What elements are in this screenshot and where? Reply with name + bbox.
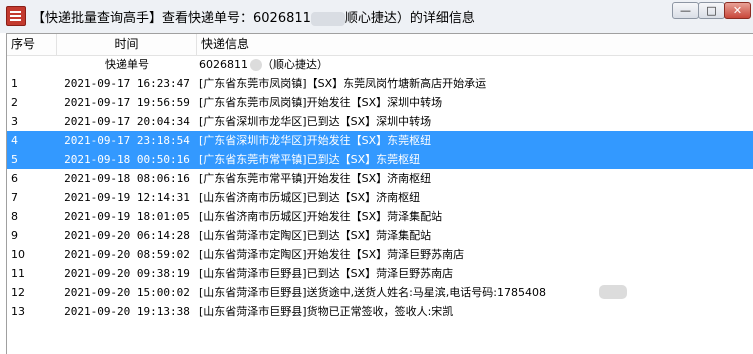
column-header-info[interactable]: 快递信息 [197, 34, 753, 55]
row-info: [广东省东莞市凤岗镇]开始发往【SX】深圳中转场 [199, 96, 443, 109]
tracking-courier: （顺心捷达） [262, 58, 328, 71]
minimize-icon: — [680, 4, 691, 17]
row-number: 4 [11, 134, 18, 147]
tracking-number-prefix: 6026811 [199, 58, 248, 71]
redacted-blur [310, 11, 345, 26]
column-header-time[interactable]: 时间 [57, 34, 197, 55]
table-row[interactable]: 12 2021-09-20 15:00:02 [山东省菏泽市巨野县]送货途中,送货人… [7, 283, 753, 302]
maximize-icon: □ [706, 4, 717, 17]
row-time: 2021-09-17 19:56:59 [64, 96, 190, 109]
table-row[interactable]: 1 2021-09-17 16:23:47 [广东省东莞市凤岗镇]【SX】东莞凤岗竹… [7, 74, 753, 93]
row-info: [广东省东莞市常平镇]开始发往【SX】济南枢纽 [199, 172, 432, 185]
row-time: 2021-09-17 23:18:54 [64, 134, 190, 147]
row-number: 5 [11, 153, 18, 166]
row-number: 12 [11, 286, 25, 299]
column-header-no[interactable]: 序号 [7, 34, 57, 55]
table-row[interactable]: 8 2021-09-19 18:01:05 [山东省济南市历城区]开始发往【SX】菏… [7, 207, 753, 226]
redacted-blur [250, 59, 262, 71]
row-number: 9 [11, 229, 18, 242]
table-row[interactable]: 7 2021-09-19 12:14:31 [山东省济南市历城区]已到达【SX】济南… [7, 188, 753, 207]
row-info: [山东省济南市历城区]已到达【SX】济南枢纽 [199, 191, 421, 204]
row-number: 2 [11, 96, 18, 109]
row-info: [山东省菏泽市巨野县]货物已正常签收，签收人:宋凯 [199, 305, 454, 318]
tracking-number-label: 快递单号 [105, 58, 149, 71]
row-time: 2021-09-20 06:14:28 [64, 229, 190, 242]
row-info: [广东省东莞市凤岗镇]【SX】东莞凤岗竹塘新高店开始承运 [199, 77, 487, 90]
window-title-main: 【快递批量查询高手】查看快递单号：6026811 [32, 11, 311, 26]
row-info: [广东省东莞市常平镇]已到达【SX】东莞枢纽 [199, 153, 421, 166]
row-time: 2021-09-20 09:38:19 [64, 267, 190, 280]
table-row[interactable]: 2 2021-09-17 19:56:59 [广东省东莞市凤岗镇]开始发往【SX】深… [7, 93, 753, 112]
row-info: [山东省济南市历城区]开始发往【SX】菏泽集配站 [199, 210, 443, 223]
row-number: 3 [11, 115, 18, 128]
row-time: 2021-09-20 19:13:38 [64, 305, 190, 318]
row-time: 2021-09-19 12:14:31 [64, 191, 190, 204]
row-number: 6 [11, 172, 18, 185]
minimize-button[interactable]: — [672, 2, 699, 19]
row-info: [山东省菏泽市定陶区]已到达【SX】菏泽集配站 [199, 229, 432, 242]
row-info: [山东省菏泽市巨野县]送货途中,送货人姓名:马星滨,电话号码:1785408 [199, 286, 546, 299]
window-title-courier: 顺心捷达）的详细信息 [344, 11, 475, 26]
close-button[interactable]: ✕ [724, 2, 751, 19]
tracking-list[interactable]: 序号 时间 快递信息 快递单号 6026811 （顺心捷达） 1 2021-09-1… [6, 33, 753, 354]
row-number: 10 [11, 248, 25, 261]
row-info: [广东省深圳市龙华区]已到达【SX】深圳中转场 [199, 115, 432, 128]
title-bar[interactable]: 【快递批量查询高手】查看快递单号：6026811 顺心捷达）的详细信息 — □ ✕ [0, 0, 753, 33]
row-time: 2021-09-19 18:01:05 [64, 210, 190, 223]
table-row[interactable]: 5 2021-09-18 00:50:16 [广东省东莞市常平镇]已到达【SX】东莞… [7, 150, 753, 169]
table-row[interactable]: 3 2021-09-17 20:04:34 [广东省深圳市龙华区]已到达【SX】深圳… [7, 112, 753, 131]
table-row[interactable]: 4 2021-09-17 23:18:54 [广东省深圳市龙华区]开始发往【SX】东… [7, 131, 753, 150]
tracking-number-value: 6026811 （顺心捷达） [199, 55, 752, 74]
row-info: [广东省深圳市龙华区]开始发往【SX】东莞枢纽 [199, 134, 432, 147]
app-icon [6, 6, 26, 26]
window-title: 【快递批量查询高手】查看快递单号：6026811 顺心捷达）的详细信息 [32, 7, 475, 26]
table-row[interactable]: 10 2021-09-20 08:59:02 [山东省菏泽市定陶区]开始发往【SX】… [7, 245, 753, 264]
table-row[interactable]: 6 2021-09-18 08:06:16 [广东省东莞市常平镇]开始发往【SX】济… [7, 169, 753, 188]
row-time: 2021-09-20 08:59:02 [64, 248, 190, 261]
table-row[interactable]: 13 2021-09-20 19:13:38 [山东省菏泽市巨野县]货物已正常签收，… [7, 302, 753, 321]
row-time: 2021-09-17 20:04:34 [64, 115, 190, 128]
row-number: 8 [11, 210, 18, 223]
maximize-button[interactable]: □ [698, 2, 725, 19]
app-window: 【快递批量查询高手】查看快递单号：6026811 顺心捷达）的详细信息 — □ ✕… [0, 0, 753, 354]
table-row[interactable]: 9 2021-09-20 06:14:28 [山东省菏泽市定陶区]已到达【SX】菏泽… [7, 226, 753, 245]
row-number: 11 [11, 267, 25, 280]
row-number: 13 [11, 305, 25, 318]
row-time: 2021-09-18 08:06:16 [64, 172, 190, 185]
tracking-number-row[interactable]: 快递单号 6026811 （顺心捷达） [7, 55, 753, 74]
row-time: 2021-09-20 15:00:02 [64, 286, 190, 299]
row-info: [山东省菏泽市定陶区]开始发往【SX】菏泽巨野苏南店 [199, 248, 465, 261]
row-number: 1 [11, 77, 18, 90]
redacted-blur [599, 285, 627, 299]
list-header: 序号 时间 快递信息 [7, 34, 753, 56]
row-time: 2021-09-18 00:50:16 [64, 153, 190, 166]
row-info: [山东省菏泽市巨野县]已到达【SX】菏泽巨野苏南店 [199, 267, 454, 280]
row-number: 7 [11, 191, 18, 204]
table-row[interactable]: 11 2021-09-20 09:38:19 [山东省菏泽市巨野县]已到达【SX】菏… [7, 264, 753, 283]
row-time: 2021-09-17 16:23:47 [64, 77, 190, 90]
close-icon: ✕ [732, 4, 743, 17]
